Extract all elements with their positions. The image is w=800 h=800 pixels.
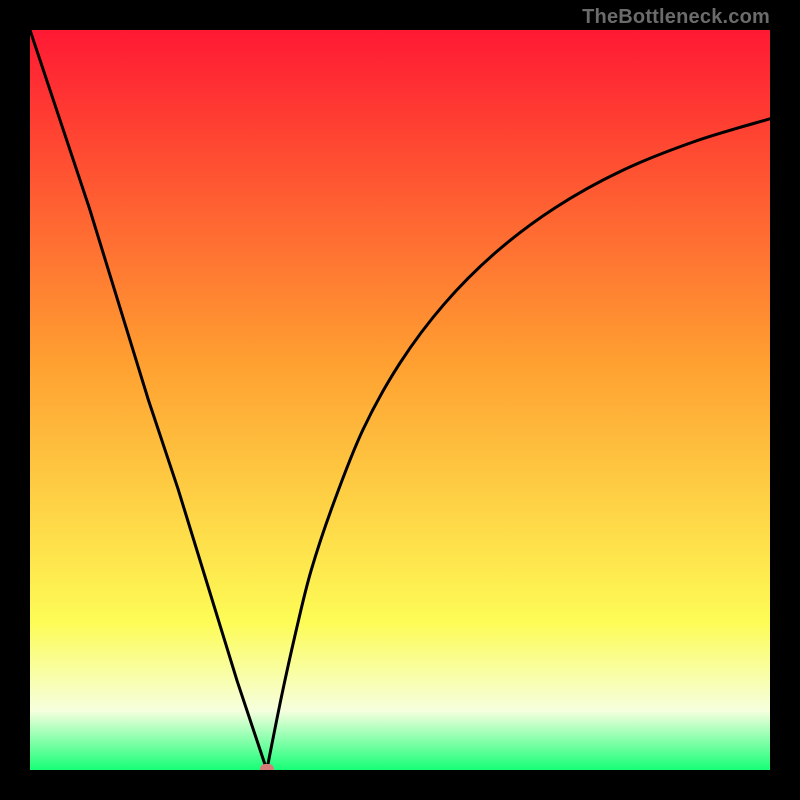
- plot-area: [30, 30, 770, 770]
- chart-frame: TheBottleneck.com: [0, 0, 800, 800]
- chart-svg: [30, 30, 770, 770]
- minimum-marker: [260, 764, 274, 770]
- gradient-background: [30, 30, 770, 770]
- watermark-text: TheBottleneck.com: [582, 6, 770, 29]
